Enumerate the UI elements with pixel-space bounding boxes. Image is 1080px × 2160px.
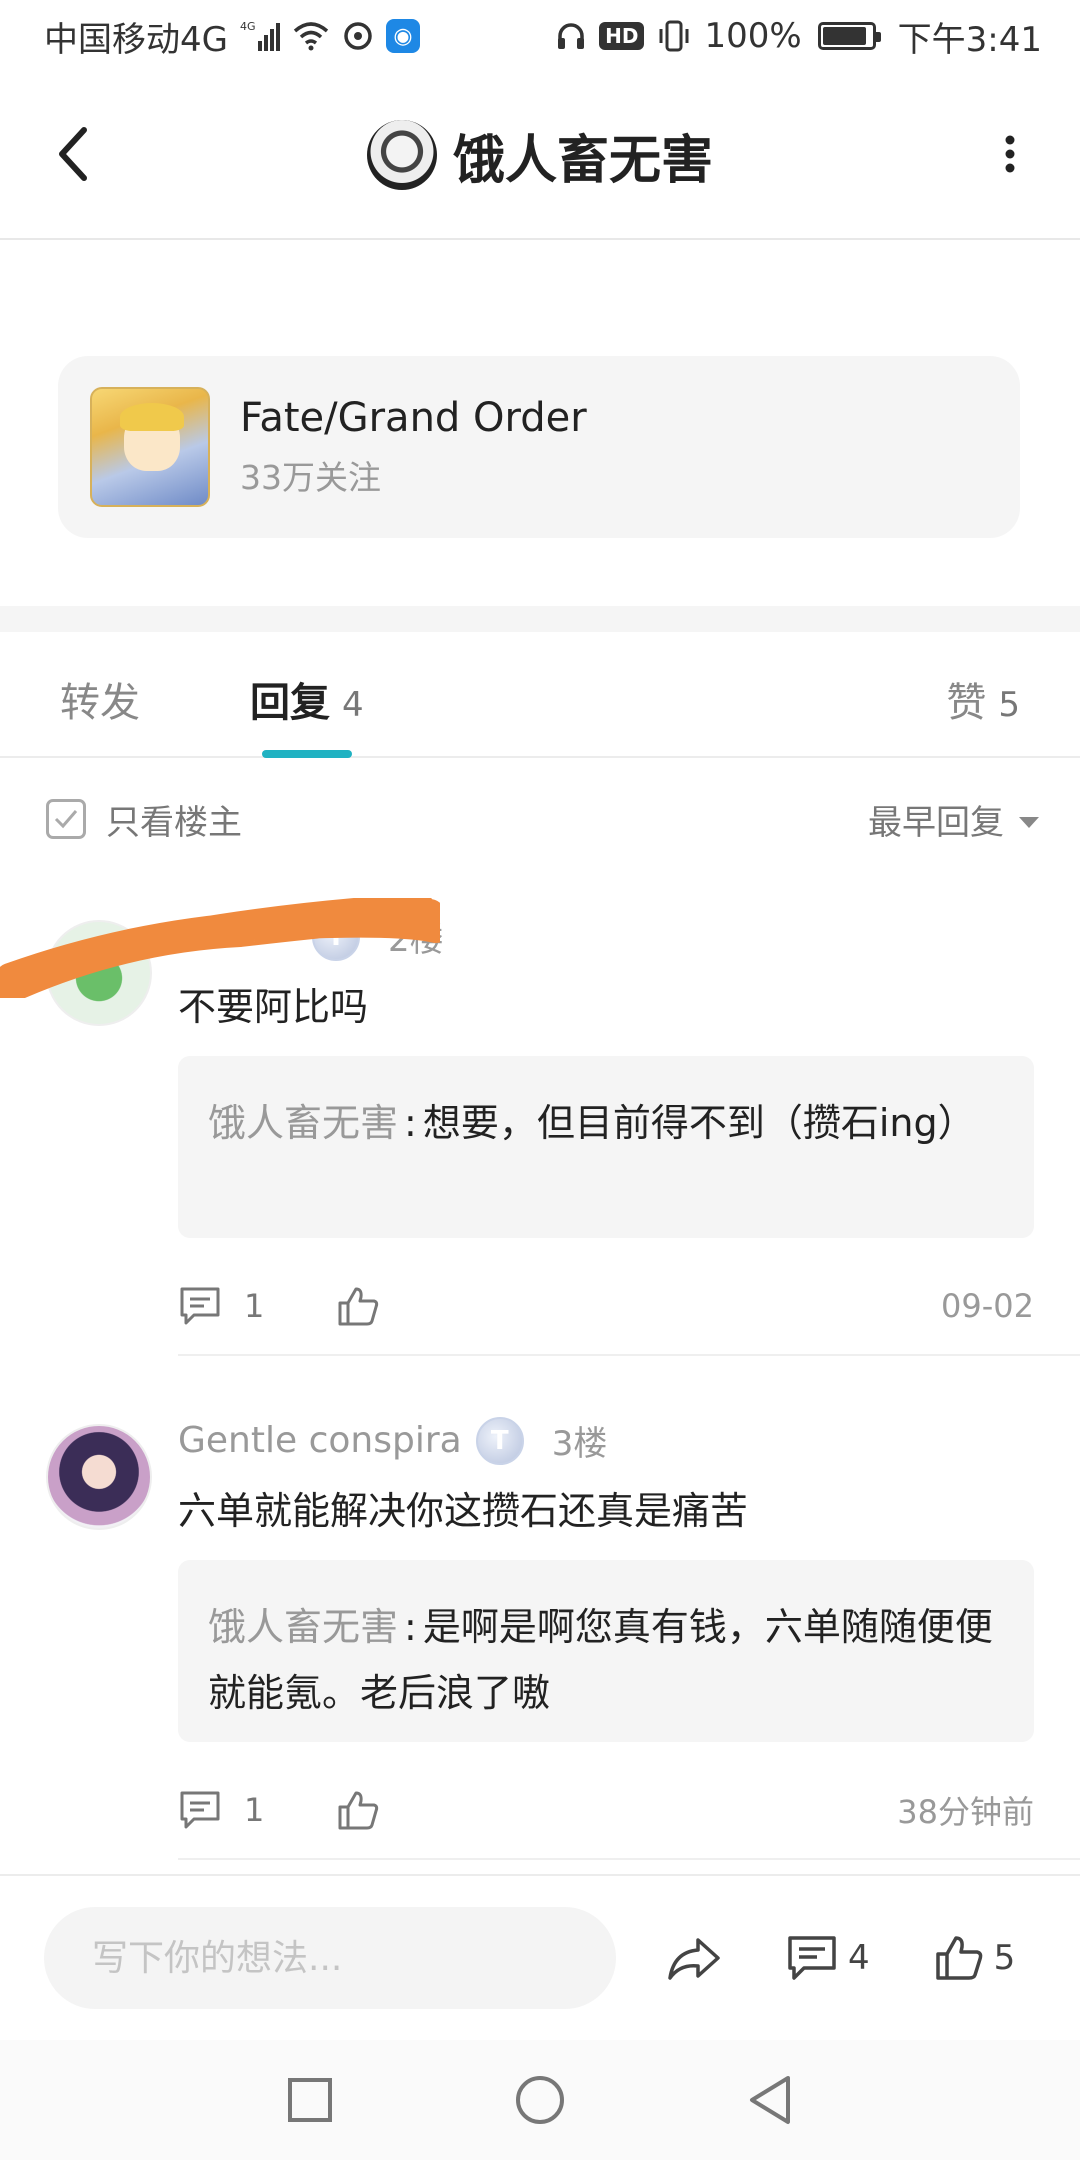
reply-time: 38分钟前 bbox=[897, 1793, 1034, 1831]
status-left: 中国移动4G 4G ◉ bbox=[44, 12, 420, 61]
checkbox-icon[interactable] bbox=[46, 799, 86, 839]
share-icon bbox=[668, 1938, 720, 1980]
system-nav-bar bbox=[0, 2040, 1080, 2160]
only-owner-label: 只看楼主 bbox=[106, 802, 242, 843]
battery-fill bbox=[822, 27, 866, 45]
top-nav-bar: 饿人畜无害 bbox=[0, 72, 1080, 240]
reply-time: 09-02 bbox=[941, 1287, 1034, 1325]
wifi-icon bbox=[292, 21, 330, 51]
quote-separator: : bbox=[404, 1605, 417, 1649]
headphone-icon bbox=[555, 20, 587, 52]
reply-text: 不要阿比吗 bbox=[178, 985, 369, 1029]
level-badge: T bbox=[475, 1416, 524, 1465]
vibrate-icon bbox=[656, 19, 692, 53]
filter-row: 只看楼主 最早回复 bbox=[0, 786, 1080, 852]
recent-apps-icon[interactable] bbox=[280, 2070, 340, 2130]
username[interactable]: Gentle conspira bbox=[178, 1420, 462, 1461]
comment-count: 1 bbox=[244, 1287, 265, 1325]
network-small-label: 4G bbox=[240, 20, 256, 33]
comment-count: 4 bbox=[848, 1938, 870, 1978]
comment-icon bbox=[788, 1936, 836, 1980]
tab-forward[interactable]: 转发 bbox=[60, 670, 140, 728]
reply-header: Gentle conspira T 3楼 bbox=[178, 1416, 607, 1465]
sort-label: 最早回复 bbox=[868, 802, 1004, 843]
avatar[interactable] bbox=[46, 1424, 152, 1530]
signal-icon: 4G bbox=[240, 19, 280, 53]
comment-button[interactable]: 1 bbox=[178, 1285, 264, 1327]
sort-dropdown[interactable]: 最早回复 bbox=[868, 795, 1040, 844]
tab-forward-label: 转发 bbox=[60, 680, 140, 726]
clock: 下午3:41 bbox=[897, 19, 1042, 60]
battery-percent: 100% bbox=[704, 16, 802, 56]
security-shield-icon: ◉ bbox=[385, 19, 420, 53]
forum-info: Fate/Grand Order 33万关注 bbox=[240, 395, 587, 499]
tab-like-label: 赞 bbox=[946, 680, 987, 726]
comment-button[interactable]: 1 bbox=[178, 1789, 264, 1831]
quote-author[interactable]: 饿人畜无害 bbox=[208, 1605, 398, 1649]
quoted-reply[interactable]: 饿人畜无害: 是啊是啊您真有钱，六单随随便便就能氪。老后浪了嗷 bbox=[178, 1560, 1034, 1742]
comment-count: 1 bbox=[244, 1791, 265, 1829]
thumbs-up-icon bbox=[935, 1936, 982, 1980]
like-button[interactable]: 5 bbox=[934, 1934, 1016, 1982]
author-avatar[interactable] bbox=[366, 120, 437, 190]
thumbs-up-icon bbox=[338, 1791, 379, 1830]
page-title-group: 饿人畜无害 bbox=[366, 118, 713, 193]
battery-icon bbox=[817, 22, 881, 50]
reply-text: 六单就能解决你这攒石还真是痛苦 bbox=[178, 1489, 749, 1533]
comment-button[interactable]: 4 bbox=[786, 1934, 870, 1982]
like-button[interactable] bbox=[336, 1285, 380, 1327]
section-divider bbox=[0, 606, 1080, 632]
like-count: 5 bbox=[993, 1938, 1016, 1978]
back-triangle-icon[interactable] bbox=[740, 2070, 800, 2130]
reply-actions: 1 38分钟前 bbox=[178, 1780, 1034, 1840]
carrier-label: 中国移动4G bbox=[44, 19, 228, 60]
comment-icon bbox=[180, 1287, 220, 1325]
comment-icon bbox=[180, 1791, 220, 1829]
status-right: HD 100% 下午3:41 bbox=[555, 12, 1042, 61]
reply-divider bbox=[178, 1858, 1080, 1860]
only-owner-toggle[interactable]: 只看楼主 bbox=[46, 795, 242, 844]
like-button[interactable] bbox=[336, 1789, 380, 1831]
tab-like-count: 5 bbox=[998, 685, 1020, 725]
tab-reply[interactable]: 回复 4 bbox=[250, 670, 364, 728]
share-button[interactable] bbox=[666, 1934, 722, 1982]
active-tab-indicator bbox=[262, 750, 352, 758]
tab-like[interactable]: 赞 5 bbox=[946, 670, 1020, 728]
tab-bar: 转发 回复 4 赞 5 bbox=[0, 632, 1080, 758]
floor-number: 3楼 bbox=[551, 1424, 608, 1464]
forum-followers: 33万关注 bbox=[240, 458, 381, 497]
forum-name: Fate/Grand Order bbox=[240, 395, 587, 441]
tab-reply-label: 回复 bbox=[250, 680, 330, 726]
bottom-action-bar: 4 5 bbox=[0, 1874, 1080, 2040]
reply-actions: 1 09-02 bbox=[178, 1276, 1034, 1336]
quote-author[interactable]: 饿人畜无害 bbox=[208, 1101, 398, 1145]
forum-thumbnail bbox=[90, 387, 210, 507]
quote-text: 想要，但目前得不到（攒石ing） bbox=[422, 1101, 976, 1145]
home-icon[interactable] bbox=[510, 2070, 570, 2130]
page-title: 饿人畜无害 bbox=[452, 130, 713, 191]
chevron-down-icon bbox=[1018, 799, 1040, 839]
more-vertical-icon[interactable] bbox=[980, 124, 1040, 184]
quoted-reply[interactable]: 饿人畜无害: 想要，但目前得不到（攒石ing） bbox=[178, 1056, 1034, 1238]
quote-separator: : bbox=[404, 1101, 417, 1145]
back-arrow-icon[interactable] bbox=[44, 124, 104, 184]
hotspot-icon bbox=[342, 20, 374, 52]
reply-divider bbox=[178, 1354, 1080, 1356]
forum-card[interactable]: Fate/Grand Order 33万关注 bbox=[58, 356, 1020, 538]
hd-badge: HD bbox=[599, 22, 645, 50]
status-bar: 中国移动4G 4G ◉ HD 100% 下午3:41 bbox=[0, 0, 1080, 72]
comment-input[interactable] bbox=[44, 1907, 616, 2009]
tab-reply-count: 4 bbox=[342, 685, 364, 725]
thumbs-up-icon bbox=[338, 1287, 379, 1326]
